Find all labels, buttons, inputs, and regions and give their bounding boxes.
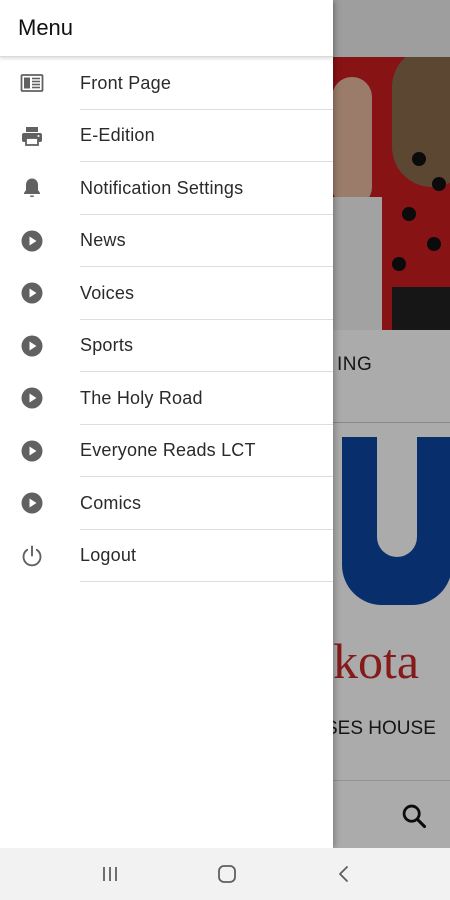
menu-item-comics[interactable]: Comics	[0, 477, 333, 530]
system-navigation-bar	[0, 848, 450, 900]
menu-item-label: Notification Settings	[80, 177, 244, 198]
menu-item-label: News	[80, 230, 126, 251]
home-icon[interactable]	[215, 862, 239, 886]
play-circle-icon	[0, 477, 80, 529]
menu-item-front-page[interactable]: Front Page	[0, 57, 333, 110]
power-icon	[0, 530, 80, 582]
menu-item-everyone-reads-lct[interactable]: Everyone Reads LCT	[0, 425, 333, 477]
menu-item-the-holy-road[interactable]: The Holy Road	[0, 372, 333, 425]
play-circle-icon	[0, 372, 80, 424]
menu-item-label: Comics	[80, 492, 142, 513]
menu-divider	[80, 581, 333, 582]
navigation-drawer: Menu Front Page E-Edition Notification S…	[0, 0, 333, 848]
bell-icon	[0, 162, 80, 214]
menu-item-label: Voices	[80, 282, 135, 303]
menu-item-notification-settings[interactable]: Notification Settings	[0, 162, 333, 215]
menu-list: Front Page E-Edition Notification Settin…	[0, 57, 333, 582]
play-circle-icon	[0, 215, 80, 267]
menu-item-sports[interactable]: Sports	[0, 320, 333, 372]
menu-item-voices[interactable]: Voices	[0, 267, 333, 320]
menu-item-news[interactable]: News	[0, 215, 333, 267]
menu-item-label: E-Edition	[80, 125, 155, 146]
recent-apps-icon[interactable]	[98, 862, 122, 886]
play-circle-icon	[0, 425, 80, 477]
menu-item-label: Sports	[80, 335, 134, 356]
menu-item-label: Logout	[80, 545, 137, 566]
menu-item-label: Everyone Reads LCT	[80, 440, 256, 461]
drawer-header: Menu	[0, 0, 333, 57]
back-icon[interactable]	[332, 862, 356, 886]
play-circle-icon	[0, 320, 80, 372]
newspaper-icon	[0, 57, 80, 109]
play-circle-icon	[0, 267, 80, 319]
printer-icon	[0, 110, 80, 162]
menu-item-logout[interactable]: Logout	[0, 530, 333, 582]
menu-item-label: Front Page	[80, 72, 172, 93]
drawer-title: Menu	[18, 15, 74, 40]
menu-item-e-edition[interactable]: E-Edition	[0, 110, 333, 162]
menu-item-label: The Holy Road	[80, 387, 203, 408]
